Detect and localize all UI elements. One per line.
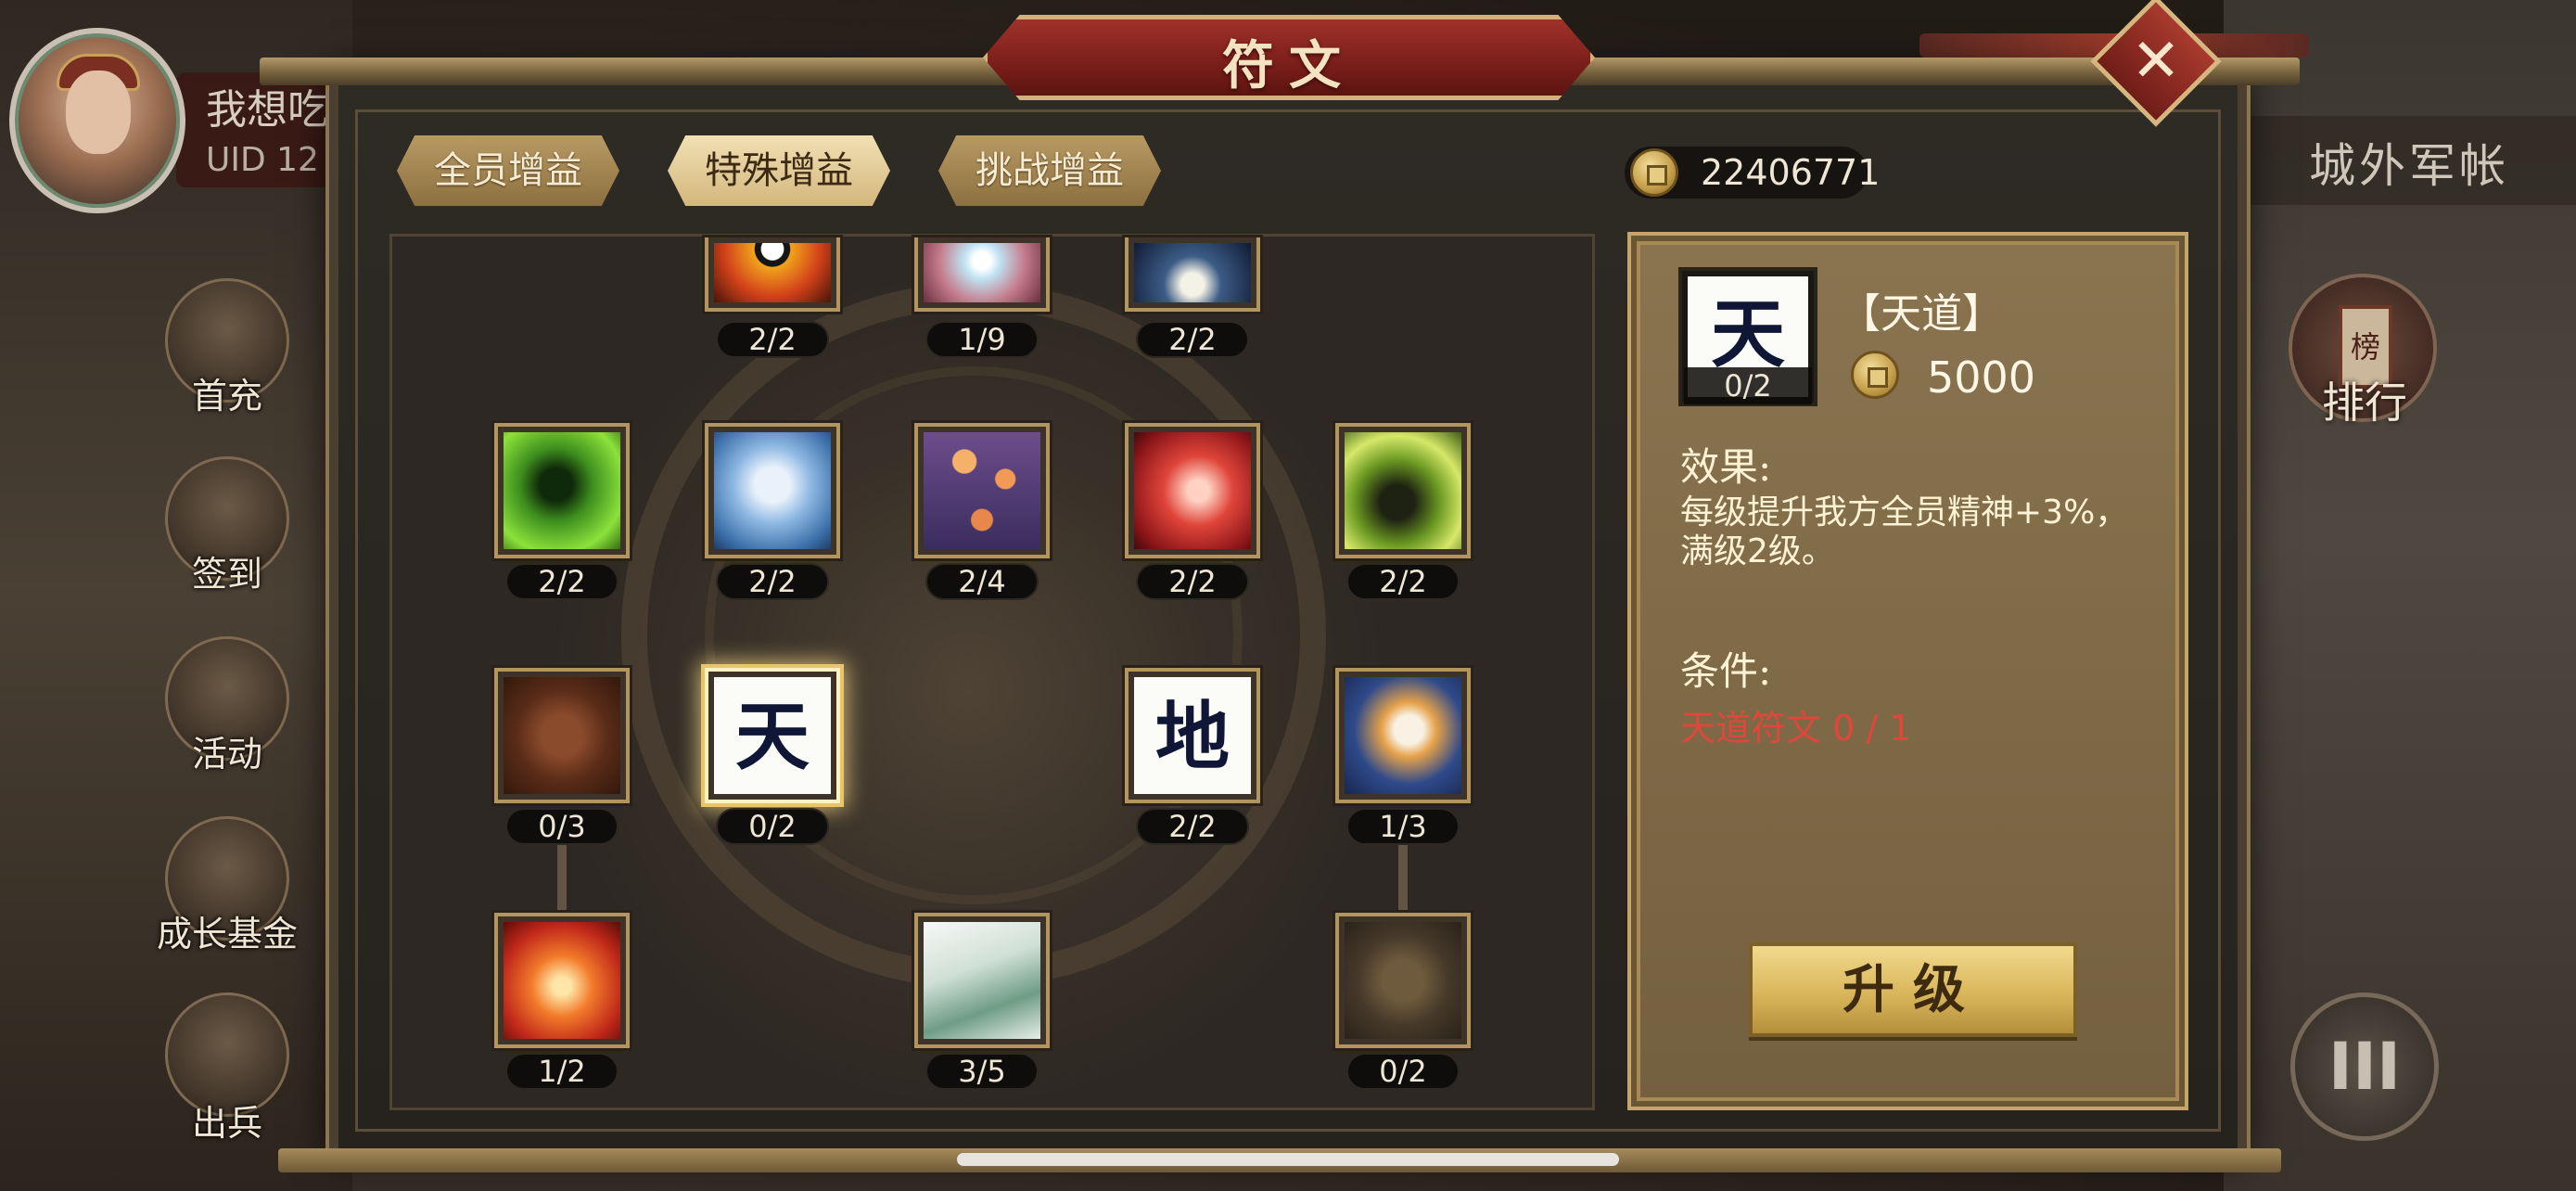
condition-label: 条件: xyxy=(1680,648,1772,694)
three-bars-icon[interactable]: III xyxy=(2290,992,2439,1141)
gold-cloud-emblem-icon xyxy=(1345,922,1461,1039)
rune-locked-gold-cloud[interactable] xyxy=(1335,913,1471,1048)
rune-tiandao[interactable]: 天 xyxy=(705,668,840,803)
sign-in-label: 签到 xyxy=(191,554,262,595)
rune-link-line xyxy=(557,839,567,914)
rune-level: 2/2 xyxy=(716,321,829,358)
flame-mask-icon xyxy=(714,243,831,302)
tab-challenge-buff[interactable]: 挑战增益 xyxy=(938,135,1161,206)
currency-value: 22406771 xyxy=(1701,152,1881,193)
deploy-label: 出兵 xyxy=(191,1103,262,1144)
modal-title: 符文 xyxy=(1222,35,1356,96)
effect-label: 效果: xyxy=(1680,444,1772,490)
event-label: 活动 xyxy=(191,734,262,775)
lanterns-icon xyxy=(924,432,1040,549)
camp-title[interactable]: 城外军帐 xyxy=(2244,116,2576,205)
rune-level: 1/2 xyxy=(505,1053,618,1090)
rune-lanterns[interactable] xyxy=(914,423,1050,558)
growth-fund-label: 成长基金 xyxy=(156,914,298,954)
phoenix-icon xyxy=(504,922,620,1039)
rune-moon-rabbit[interactable] xyxy=(1335,668,1471,803)
tian-glyph-icon: 天 xyxy=(714,677,831,794)
rune-level: 2/2 xyxy=(1136,808,1249,845)
rune-green-dragon[interactable] xyxy=(494,423,630,558)
rune-mountains[interactable] xyxy=(914,913,1050,1048)
di-glyph-icon: 地 xyxy=(1134,677,1251,794)
tab-special-buff[interactable]: 特殊增益 xyxy=(668,135,890,206)
rune-level: 1/3 xyxy=(1346,808,1460,845)
rune-green-cannon[interactable] xyxy=(1335,423,1471,558)
rune-phoenix[interactable] xyxy=(494,913,630,1048)
ranking-label: 排行 xyxy=(2322,378,2407,428)
rune-level: 3/5 xyxy=(925,1053,1039,1090)
red-fox-icon xyxy=(1134,432,1251,549)
white-tiger-icon xyxy=(714,432,831,549)
condition-text: 天道符文 0 / 1 xyxy=(1680,708,1912,749)
rune-level: 0/2 xyxy=(1346,1053,1460,1090)
rune-locked-cloud[interactable] xyxy=(494,668,630,803)
blue-crane-icon xyxy=(1134,243,1251,302)
upgrade-button[interactable]: 升级 xyxy=(1749,942,2077,1037)
rune-didao[interactable]: 地 xyxy=(1125,668,1260,803)
rune-level: 2/4 xyxy=(925,563,1039,600)
rune-white-tiger[interactable] xyxy=(705,423,840,558)
face-icon xyxy=(66,70,131,154)
rune-flame-mask[interactable] xyxy=(705,237,840,312)
rune-level: 2/2 xyxy=(1136,321,1249,358)
white-light-icon xyxy=(924,243,1040,302)
green-dragon-icon xyxy=(504,432,620,549)
coin-icon xyxy=(1851,351,1899,399)
rune-level: 0/3 xyxy=(505,808,618,845)
mountains-icon xyxy=(924,922,1040,1039)
rune-level: 0/2 xyxy=(716,808,829,845)
rune-level: 1/9 xyxy=(925,321,1039,358)
moon-rabbit-icon xyxy=(1345,677,1461,794)
tab-all-buff[interactable]: 全员增益 xyxy=(397,135,619,206)
rune-level: 2/2 xyxy=(1346,563,1460,600)
effect-text: 每级提升我方全员精神+3%，满级2级。 xyxy=(1680,493,2129,570)
player-avatar[interactable] xyxy=(9,28,185,213)
cloud-emblem-icon xyxy=(504,677,620,794)
rune-link-line xyxy=(1398,839,1408,914)
detail-upgrade-cost: 5000 xyxy=(1927,352,2036,403)
rune-level: 2/2 xyxy=(1136,563,1249,600)
player-uid: UID 12 xyxy=(206,141,319,179)
rune-level: 2/2 xyxy=(505,563,618,600)
home-indicator[interactable] xyxy=(957,1153,1619,1166)
detail-rune-level: 0/2 xyxy=(1684,367,1812,404)
rune-white-light[interactable] xyxy=(914,237,1050,312)
rune-red-fox[interactable] xyxy=(1125,423,1260,558)
rune-blue-crane[interactable] xyxy=(1125,237,1260,312)
green-cannon-icon xyxy=(1345,432,1461,549)
rune-level: 2/2 xyxy=(716,563,829,600)
close-icon[interactable]: ✕ xyxy=(2110,15,2202,108)
first-charge-label: 首充 xyxy=(191,376,262,416)
coin-icon xyxy=(1630,148,1678,197)
detail-rune-name: 【天道】 xyxy=(1840,290,2003,338)
